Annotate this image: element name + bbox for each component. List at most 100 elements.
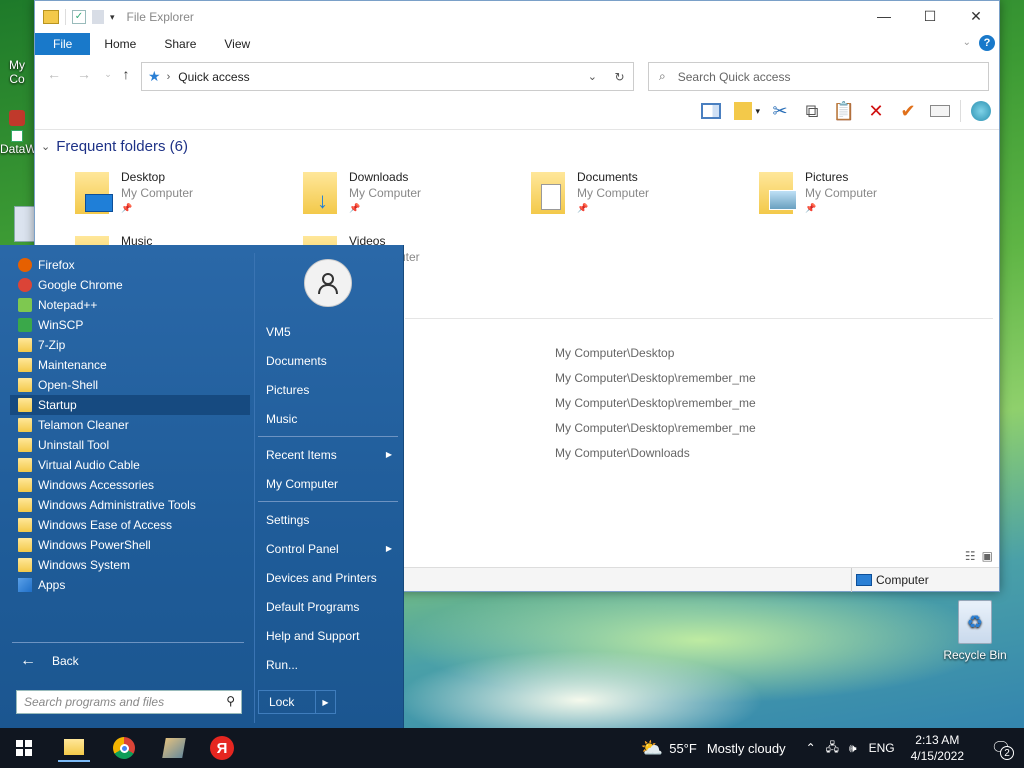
open-shell-icon[interactable] [969,99,993,123]
recent-file-path[interactable]: My Computer\Desktop\remember_me [555,371,756,385]
start-program-virtual-audio-cable[interactable]: Virtual Audio Cable [10,455,250,475]
cut-icon[interactable]: ✂ [768,99,792,123]
recent-file-path[interactable]: My Computer\Desktop\remember_me [555,421,756,435]
dataw-icon [9,110,25,126]
lock-button[interactable]: Lock ▶ [258,690,336,714]
desktop-icon-my-computer[interactable]: My Co [0,58,34,86]
shutdown-options-arrow-icon[interactable]: ▶ [315,691,335,713]
start-program-open-shell[interactable]: Open-Shell [10,375,250,395]
taskbar-chrome[interactable] [108,734,140,762]
start-program-windows-accessories[interactable]: Windows Accessories [10,475,250,495]
start-program-windows-powershell[interactable]: Windows PowerShell [10,535,250,555]
start-link-music[interactable]: Music [258,404,398,433]
start-program-uninstall-tool[interactable]: Uninstall Tool [10,435,250,455]
preview-pane-icon[interactable] [699,99,723,123]
apps-icon [18,578,32,592]
details-view-icon[interactable]: ☷ [965,549,976,563]
recent-file-path[interactable]: My Computer\Downloads [555,446,690,460]
folder-documents[interactable]: Documents My Computer 📌 [531,170,751,230]
properties-icon[interactable]: ✓ [72,10,86,24]
user-avatar[interactable] [304,259,352,307]
minimize-button[interactable]: — [861,1,907,31]
delete-icon[interactable]: ✕ [864,99,888,123]
rename-icon[interactable] [928,99,952,123]
taskbar-yandex[interactable]: Я [206,734,238,762]
start-program-notepad[interactable]: Notepad++ [10,295,250,315]
recent-file-path[interactable]: My Computer\Desktop\remember_me [555,396,756,410]
start-link-pictures[interactable]: Pictures [258,375,398,404]
refresh-button[interactable]: ↻ [606,62,634,91]
folder-icon [18,478,32,492]
start-link-documents[interactable]: Documents [258,346,398,375]
start-link-devices-and-printers[interactable]: Devices and Printers [258,563,398,592]
large-icons-view-icon[interactable]: ▣ [982,549,993,563]
start-link-my-computer[interactable]: My Computer [258,469,398,498]
folder-downloads[interactable]: ↓ Downloads My Computer 📌 [303,170,523,230]
desktop-icon-unknown[interactable] [14,206,36,242]
start-program-windows-administrative-tools[interactable]: Windows Administrative Tools [10,495,250,515]
qat-dropdown-icon[interactable]: ▾ [110,12,115,23]
action-center-button[interactable]: 🗨 2 [986,728,1016,768]
start-link-run[interactable]: Run... [258,650,398,679]
start-program-telamon-cleaner[interactable]: Telamon Cleaner [10,415,250,435]
start-program-windows-system[interactable]: Windows System [10,555,250,575]
taskbar-file-explorer[interactable] [58,734,90,762]
frequent-folders-header[interactable]: ⌄ Frequent folders (6) [41,138,188,155]
address-bar[interactable]: ★ › Quick access ⌄ [141,62,634,91]
network-icon[interactable]: 🖧 [826,738,839,759]
start-search-input[interactable]: Search programs and files ⚲ [16,690,242,714]
start-link-default-programs[interactable]: Default Programs [258,592,398,621]
close-button[interactable]: ✕ [953,1,999,31]
tab-file[interactable]: File [35,33,91,55]
start-program-firefox[interactable]: Firefox [10,255,250,275]
checkmark-icon[interactable]: ✔ [896,99,920,123]
folder-icon [18,398,32,412]
start-link-recent-items[interactable]: Recent Items ▶ [258,440,398,469]
maximize-button[interactable]: ☐ [907,1,953,31]
start-link-control-panel[interactable]: Control Panel ▶ [258,534,398,563]
start-link-label: Default Programs [266,599,360,614]
volume-icon[interactable]: 🕪 [849,741,857,756]
start-program-google-chrome[interactable]: Google Chrome [10,275,250,295]
input-language[interactable]: ENG [869,741,895,755]
tab-view[interactable]: View [210,33,264,55]
taskbar-app[interactable] [158,734,190,762]
weather-description[interactable]: Mostly cloudy [707,741,786,756]
recent-file-path[interactable]: My Computer\Desktop [555,346,674,360]
copy-icon[interactable]: ⧉ [800,99,824,123]
start-link-settings[interactable]: Settings [258,505,398,534]
properties-folder-icon[interactable] [731,99,755,123]
clock[interactable]: 2:13 AM 4/15/2022 [911,732,964,764]
weather-temperature[interactable]: 55°F [669,741,697,756]
start-program-7-zip[interactable]: 7-Zip [10,335,250,355]
start-program-apps[interactable]: Apps [10,575,250,595]
start-button[interactable] [8,734,40,762]
back-arrow-icon[interactable]: ← [43,66,65,82]
folder-pictures[interactable]: Pictures My Computer 📌 [759,170,979,230]
up-arrow-icon[interactable]: ↑ [115,66,137,82]
desktop-icon-dataw[interactable]: DataW [0,110,37,156]
address-dropdown-icon[interactable]: ⌄ [588,70,597,83]
paste-icon[interactable]: 📋 [832,99,856,123]
show-hidden-icons-icon[interactable]: ⌃ [806,741,816,755]
forward-arrow-icon[interactable]: → [73,66,95,82]
weather-cloudy-icon[interactable]: ⛅ [641,738,663,759]
program-label: Windows Administrative Tools [38,498,196,512]
start-link-help-and-support[interactable]: Help and Support [258,621,398,650]
back-button[interactable]: ← Back [20,652,79,670]
tab-home[interactable]: Home [90,33,150,55]
start-program-maintenance[interactable]: Maintenance [10,355,250,375]
desktop-icon-recycle-bin[interactable]: ♻ Recycle Bin [940,600,1010,662]
start-program-windows-ease-of-access[interactable]: Windows Ease of Access [10,515,250,535]
folder-location: My Computer [805,186,878,200]
start-program-winscp[interactable]: WinSCP [10,315,250,335]
start-program-startup[interactable]: Startup [10,395,250,415]
start-link-vm5[interactable]: VM5 [258,317,398,346]
help-icon[interactable]: ? [979,35,995,51]
search-box[interactable]: ⌕ Search Quick access [648,62,989,91]
dropdown-icon[interactable]: ▾ [755,106,760,117]
expand-ribbon-icon[interactable]: ⌄ [963,37,971,48]
new-folder-icon[interactable] [92,10,104,24]
tab-share[interactable]: Share [150,33,210,55]
folder-desktop[interactable]: Desktop My Computer 📌 [75,170,295,230]
